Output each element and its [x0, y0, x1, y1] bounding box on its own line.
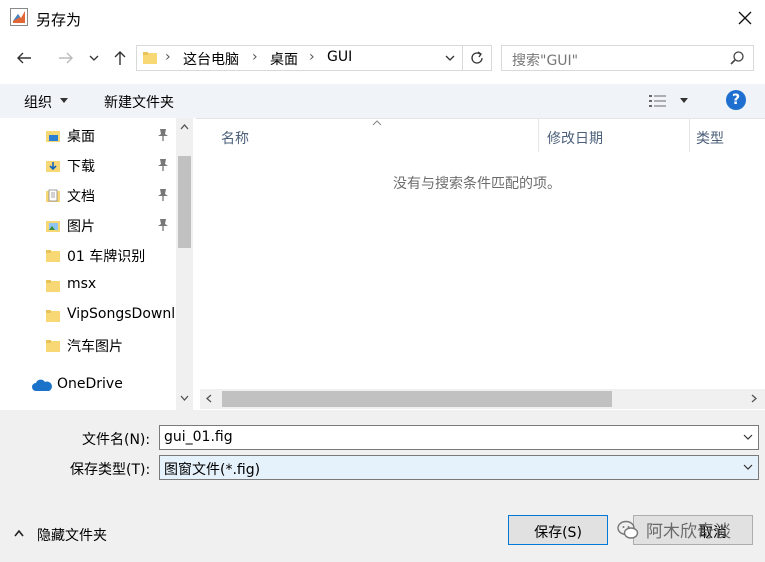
close-button[interactable] — [731, 4, 759, 32]
breadcrumb-separator: › — [252, 49, 258, 65]
sort-up-icon — [372, 120, 382, 126]
filetype-value: 图窗文件(*.fig) — [164, 462, 261, 478]
up-button[interactable] — [108, 45, 132, 71]
breadcrumb-separator: › — [165, 49, 171, 65]
close-icon — [738, 11, 752, 25]
sidebar-item-folder[interactable]: VipSongsDownload — [0, 302, 175, 330]
matlab-icon — [10, 8, 28, 26]
filename-field[interactable]: gui_01.fig — [159, 425, 759, 450]
chevron-down-icon — [89, 55, 99, 61]
sidebar-item-label: OneDrive — [57, 376, 123, 392]
sidebar-item-label: 01 车牌识别 — [67, 249, 146, 265]
desktop-folder-icon — [46, 131, 60, 142]
filename-value: gui_01.fig — [164, 429, 233, 445]
pictures-folder-icon — [46, 221, 60, 232]
scroll-left-icon[interactable] — [206, 394, 212, 403]
window-title: 另存为 — [36, 11, 82, 29]
sidebar-item-folder[interactable]: 01 车牌识别 — [0, 242, 175, 270]
chevron-down-icon[interactable] — [742, 430, 754, 444]
sidebar-item-desktop[interactable]: 桌面 — [0, 122, 175, 150]
scrollbar-thumb[interactable] — [222, 391, 612, 407]
scroll-down-icon[interactable] — [180, 395, 189, 401]
pin-icon[interactable] — [157, 158, 169, 172]
arrow-right-icon — [59, 52, 73, 64]
address-bar[interactable]: › 这台电脑 › 桌面 › GUI — [136, 45, 492, 71]
folder-icon — [46, 310, 60, 322]
search-input[interactable]: 搜索"GUI" — [501, 45, 754, 71]
filetype-select[interactable]: 图窗文件(*.fig) — [159, 455, 759, 480]
watermark-text: 阿木欣奇谈 — [646, 522, 731, 542]
sidebar-item-label: VipSongsDownload — [67, 306, 175, 322]
pin-icon[interactable] — [157, 188, 169, 202]
sidebar-item-label: msx — [67, 276, 97, 292]
scroll-right-icon[interactable] — [751, 394, 757, 403]
view-details-icon[interactable] — [649, 94, 667, 108]
arrow-up-icon — [114, 51, 126, 65]
column-date-modified[interactable]: 修改日期 — [547, 128, 603, 148]
refresh-icon[interactable] — [469, 50, 485, 66]
chevron-down-icon[interactable] — [445, 55, 455, 62]
column-header: 名称 修改日期 类型 — [200, 118, 765, 152]
command-bar: 组织 新建文件夹 ? — [0, 84, 765, 119]
documents-folder-icon — [46, 189, 60, 202]
column-type[interactable]: 类型 — [696, 128, 724, 148]
sidebar-item-folder[interactable]: msx — [0, 272, 175, 300]
breadcrumb-item[interactable]: 桌面 — [270, 49, 298, 69]
column-divider[interactable] — [538, 118, 539, 152]
filename-label: 文件名(N): — [82, 432, 151, 448]
folder-icon — [143, 52, 157, 64]
sidebar-item-folder[interactable]: 汽车图片 — [0, 332, 175, 360]
scrollbar-thumb[interactable] — [178, 156, 191, 248]
sidebar-item-onedrive[interactable]: OneDrive — [0, 372, 175, 400]
pin-icon[interactable] — [157, 218, 169, 232]
search-placeholder: 搜索"GUI" — [512, 53, 579, 69]
sidebar-item-documents[interactable]: 文档 — [0, 182, 175, 210]
divider — [462, 46, 463, 70]
caret-down-icon[interactable] — [680, 98, 688, 103]
save-button[interactable]: 保存(S) — [508, 515, 608, 545]
new-folder-button[interactable]: 新建文件夹 — [104, 92, 174, 112]
forward-button[interactable] — [52, 45, 80, 71]
cloud-icon — [32, 379, 52, 391]
sidebar-item-label: 汽车图片 — [67, 339, 123, 355]
title-bar: 另存为 — [0, 0, 765, 37]
folder-icon — [46, 280, 60, 292]
navigation-pane: 桌面 下载 文档 图片 01 车牌识别 msx VipSongsDownload… — [0, 118, 196, 410]
breadcrumb-item[interactable]: 这台电脑 — [183, 49, 239, 69]
breadcrumb-separator: › — [309, 49, 315, 65]
column-name[interactable]: 名称 — [221, 128, 249, 148]
hide-folders-button[interactable]: 隐藏文件夹 — [37, 525, 107, 545]
sidebar-item-pictures[interactable]: 图片 — [0, 212, 175, 240]
pin-icon[interactable] — [157, 128, 169, 142]
scroll-up-icon[interactable] — [180, 124, 189, 130]
save-button-label: 保存(S) — [534, 525, 582, 541]
wechat-icon — [617, 520, 639, 539]
folder-icon — [46, 250, 60, 262]
chevron-down-icon[interactable] — [742, 460, 754, 474]
back-button[interactable] — [10, 45, 38, 71]
folder-icon — [46, 340, 60, 352]
filetype-label: 保存类型(T): — [70, 462, 151, 478]
breadcrumb-item[interactable]: GUI — [327, 49, 352, 65]
sidebar-item-downloads[interactable]: 下载 — [0, 152, 175, 180]
column-divider[interactable] — [689, 118, 690, 152]
arrow-left-icon — [17, 52, 31, 64]
help-icon[interactable]: ? — [726, 90, 746, 110]
caret-down-icon — [60, 98, 68, 103]
organize-menu[interactable]: 组织 — [24, 92, 52, 112]
empty-message: 没有与搜索条件匹配的项。 — [393, 176, 561, 192]
search-icon — [730, 51, 744, 65]
recent-locations-button[interactable] — [86, 45, 102, 71]
chevron-up-icon[interactable] — [14, 530, 24, 537]
download-folder-icon — [46, 161, 60, 172]
